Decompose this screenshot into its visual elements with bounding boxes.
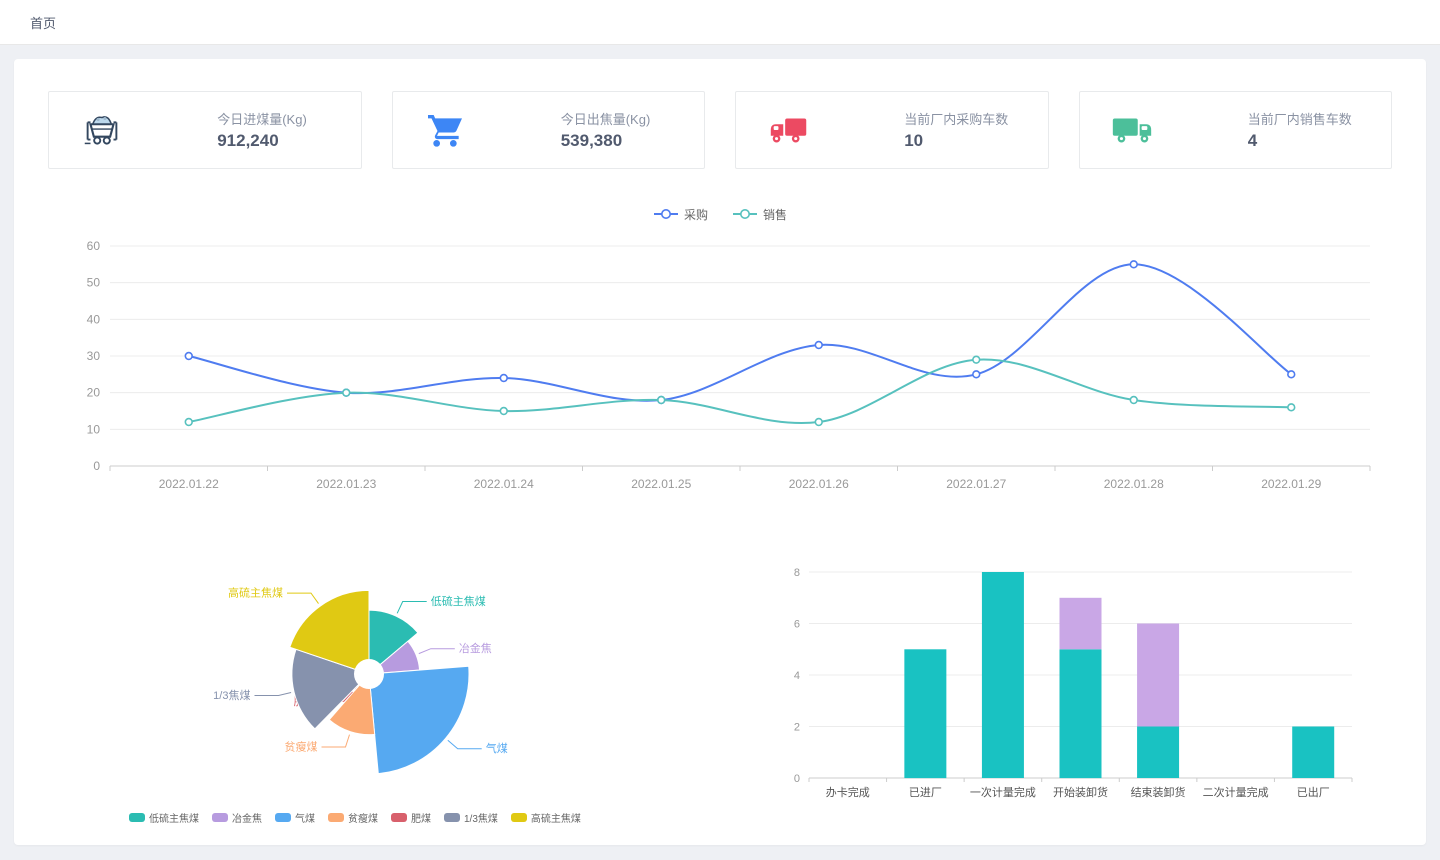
pie-slice-气煤: 气煤 [369,666,508,773]
pie-legend-label: 气煤 [295,810,315,825]
pie-legend-label: 1/3焦煤 [464,810,498,825]
sales-truck-icon [1080,112,1185,148]
svg-text:已出厂: 已出厂 [1297,785,1330,799]
pie-legend: 低硫主焦煤 冶金焦 气煤 贫瘦煤 肥煤 1/3焦煤 高硫主焦煤 [129,810,764,825]
pie-legend-swatch-icon [212,813,228,822]
svg-text:2022.01.24: 2022.01.24 [474,477,534,491]
svg-text:开始装卸货: 开始装卸货 [1053,785,1108,799]
stat-card-coke-out: 今日出焦量(Kg) 539,380 [392,91,706,169]
topbar: 首页 [0,0,1440,45]
pie-legend-swatch-icon [328,813,344,822]
pie-legend-swatch-icon [275,813,291,822]
pie-legend-item-气煤[interactable]: 气煤 [275,810,315,825]
svg-text:2022.01.28: 2022.01.28 [1104,477,1164,491]
pie-column: 低硫主焦煤冶金焦气煤贫瘦煤肥煤1/3焦煤高硫主焦煤 低硫主焦煤冶金焦气煤贫瘦煤肥… [44,546,764,825]
svg-text:2022.01.29: 2022.01.29 [1261,477,1321,491]
svg-text:2: 2 [794,722,800,734]
svg-text:60: 60 [87,239,101,253]
svg-text:2022.01.27: 2022.01.27 [946,477,1006,491]
dashboard-card: 今日进煤量(Kg) 912,240 今日出焦量(Kg) 539,380 [14,59,1426,845]
pie-legend-item-高硫主焦煤[interactable]: 高硫主焦煤 [511,810,581,825]
line-legend-marker-icon [732,208,758,220]
svg-text:结束装卸货: 结束装卸货 [1131,785,1186,799]
svg-text:30: 30 [87,349,101,363]
purchase-truck-icon [736,112,841,148]
svg-text:2022.01.26: 2022.01.26 [789,477,849,491]
svg-text:10: 10 [87,422,101,436]
pie-legend-label: 贫瘦煤 [348,810,378,825]
svg-text:二次计量完成: 二次计量完成 [1203,785,1269,799]
svg-text:20: 20 [87,386,101,400]
stat-label: 当前厂内销售车数 [1248,109,1381,128]
pie-legend-item-冶金焦[interactable]: 冶金焦 [212,810,262,825]
breadcrumb[interactable]: 首页 [30,13,56,32]
line-chart-section: 采购 销售 0 10 20 30 40 50 60 2022.01.22 2022.01.23 20… [14,205,1426,501]
stat-value: 912,240 [217,131,350,151]
stat-value: 539,380 [561,131,694,151]
stat-card-coal-in: 今日进煤量(Kg) 912,240 [48,91,362,169]
pie-legend-label: 肥煤 [411,810,431,825]
line-legend-label: 销售 [763,206,787,223]
pie-legend-item-肥煤[interactable]: 肥煤 [391,810,431,825]
stat-label: 今日进煤量(Kg) [217,109,350,128]
bottom-charts-row: 低硫主焦煤冶金焦气煤贫瘦煤肥煤1/3焦煤高硫主焦煤 低硫主焦煤冶金焦气煤贫瘦煤肥… [14,546,1426,825]
vehicle-status-bar-chart[interactable]: 0 2 4 6 8 办卡完成 已进厂 一次计量完成 开始装卸货 结束装卸货 二次计量完成 已出厂 [764,560,1364,810]
stat-card-purchase-trucks: 当前厂内采购车数 10 [735,91,1049,169]
pie-legend-item-贫瘦煤[interactable]: 贫瘦煤 [328,810,378,825]
pie-legend-label: 低硫主焦煤 [149,810,199,825]
line-legend-marker-icon [653,208,679,220]
svg-text:6: 6 [794,619,800,631]
svg-text:0: 0 [794,773,800,785]
pie-legend-label: 冶金焦 [232,810,262,825]
svg-text:低硫主焦煤: 低硫主焦煤 [431,594,486,608]
svg-text:40: 40 [87,312,101,326]
line-legend-item-采购[interactable]: 采购 [653,206,708,223]
stat-label: 今日出焦量(Kg) [561,109,694,128]
bar-column: 0 2 4 6 8 办卡完成 已进厂 一次计量完成 开始装卸货 结束装卸货 二次计量完成 已出厂 [764,546,1396,825]
svg-text:贫瘦煤: 贫瘦煤 [285,739,318,753]
svg-text:高硫主焦煤: 高硫主焦煤 [228,586,283,600]
svg-text:2022.01.22: 2022.01.22 [159,477,219,491]
svg-text:2022.01.23: 2022.01.23 [316,477,376,491]
shopping-cart-icon [393,110,498,150]
line-legend-item-销售[interactable]: 销售 [732,206,787,223]
pie-legend-swatch-icon [444,813,460,822]
purchase-sales-line-chart[interactable]: 0 10 20 30 40 50 60 2022.01.22 2022.01.23 2022.01… [40,231,1400,501]
mine-cart-icon [49,110,154,150]
stats-row: 今日进煤量(Kg) 912,240 今日出焦量(Kg) 539,380 [14,59,1426,169]
svg-text:50: 50 [87,276,101,290]
stat-label: 当前厂内采购车数 [904,109,1037,128]
stat-value: 4 [1248,131,1381,151]
stat-card-sales-trucks: 当前厂内销售车数 4 [1079,91,1393,169]
svg-text:4: 4 [794,670,800,682]
svg-text:0: 0 [93,459,100,473]
line-legend-label: 采购 [684,206,708,223]
pie-legend-swatch-icon [129,813,145,822]
stat-value: 10 [904,131,1037,151]
pie-legend-label: 高硫主焦煤 [531,810,581,825]
svg-text:气煤: 气煤 [486,741,508,755]
svg-text:办卡完成: 办卡完成 [826,785,870,799]
svg-text:已进厂: 已进厂 [909,786,942,799]
svg-text:2022.01.25: 2022.01.25 [631,477,691,491]
pie-legend-swatch-icon [511,813,527,822]
svg-text:冶金焦: 冶金焦 [459,641,492,655]
pie-legend-swatch-icon [391,813,407,822]
coal-type-pie-chart[interactable]: 低硫主焦煤冶金焦气煤贫瘦煤肥煤1/3焦煤高硫主焦煤 [44,546,744,798]
svg-text:8: 8 [794,567,800,579]
svg-text:一次计量完成: 一次计量完成 [970,785,1036,799]
pie-legend-item-低硫主焦煤[interactable]: 低硫主焦煤 [129,810,199,825]
line-legend: 采购 销售 [14,205,1426,223]
pie-legend-item-1/3焦煤[interactable]: 1/3焦煤 [444,810,498,825]
line-series-销售 [185,356,1294,425]
svg-text:1/3焦煤: 1/3焦煤 [213,689,250,702]
